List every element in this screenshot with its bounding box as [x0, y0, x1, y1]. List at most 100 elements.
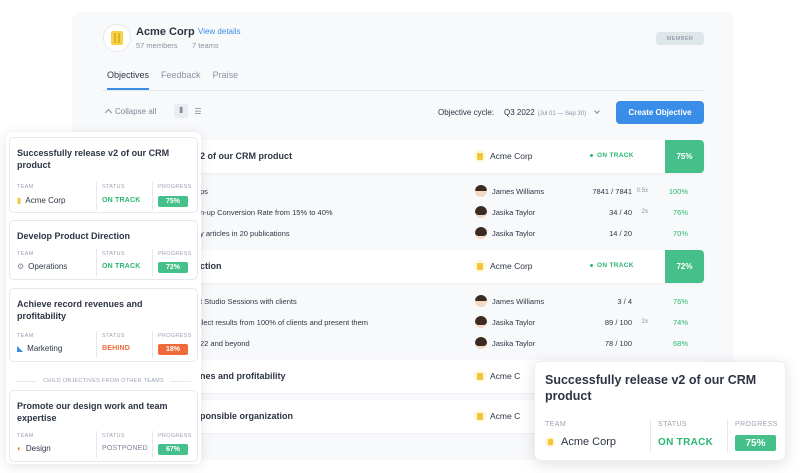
company-name: Acme Corp	[136, 26, 195, 38]
card-team-label: Operations	[28, 262, 68, 271]
status-header: STATUS	[102, 433, 125, 439]
objective-card[interactable]: Promote our design work and team experti…	[9, 390, 198, 462]
card-team: ⚙ Operations	[17, 262, 67, 271]
card-team-label: Design	[25, 444, 51, 453]
status-label: ON TRACK	[597, 262, 634, 269]
objective-title: 2 of our CRM product	[200, 151, 292, 161]
status-header: STATUS	[102, 184, 125, 190]
tree-icon: ⫴	[179, 106, 183, 115]
team-header: TEAM	[17, 184, 34, 190]
kr-value: 78 / 100	[604, 339, 632, 348]
objective-card[interactable]: Achieve record revenues and profitabilit…	[9, 288, 198, 362]
status-dot-icon	[590, 264, 593, 267]
status-header: STATUS	[102, 251, 125, 257]
column-divider	[96, 331, 97, 358]
objective-team: Acme Corp	[490, 151, 533, 161]
team-header: TEAM	[17, 333, 34, 339]
card-title: Successfully release v2 of our CRM produ…	[545, 373, 757, 403]
avatar	[475, 227, 487, 239]
palette-icon: ◐	[17, 444, 22, 453]
kr-multiplier: 2x	[641, 319, 648, 325]
progress-badge: 75%	[665, 140, 704, 173]
acme-logo-icon: ▮	[17, 196, 22, 205]
progress-header: PROGRESS	[158, 333, 192, 339]
tree-view-toggle[interactable]: ⫴	[174, 104, 188, 118]
tab-feedback[interactable]: Feedback	[161, 70, 201, 90]
create-objective-button[interactable]: Create Objective	[616, 101, 704, 124]
list-view-toggle[interactable]: ☰	[191, 104, 205, 118]
kr-percent: 76%	[672, 208, 688, 217]
objective-team: Acme Corp	[490, 261, 533, 271]
status-label: ON TRACK	[597, 152, 634, 159]
kr-multiplier: 0.5x	[636, 188, 648, 194]
card-status: ON TRACK	[102, 263, 141, 270]
card-title: Achieve record revenues and profitabilit…	[17, 299, 143, 321]
gear-icon: ⚙	[17, 262, 25, 271]
featured-objective-card[interactable]: Successfully release v2 of our CRM produ…	[534, 361, 786, 461]
members-count: 57 members	[136, 41, 178, 50]
team-logo-icon	[474, 260, 486, 272]
kr-owner: James Williams	[492, 297, 545, 306]
card-team-label: Acme Corp	[25, 196, 66, 205]
kr-percent: 100%	[668, 187, 688, 196]
kr-percent: 68%	[672, 339, 688, 348]
status-header: STATUS	[102, 333, 125, 339]
objective-team: Acme C	[490, 371, 521, 381]
objective-team: Acme C	[490, 411, 521, 421]
card-status: ON TRACK	[658, 437, 714, 448]
progress-header: PROGRESS	[158, 251, 192, 257]
column-divider	[727, 419, 728, 453]
team-header: TEAM	[545, 421, 567, 428]
card-status: POSTPONED	[102, 445, 148, 452]
collapse-all-button[interactable]: Collapse all	[104, 107, 157, 117]
cycle-select[interactable]: Q3 2022 (Jul 01 — Sep 30)	[504, 108, 600, 117]
objective-title: ponsible organization	[200, 411, 294, 421]
progress-header: PROGRESS	[158, 433, 192, 439]
kr-title: t Studio Sessions with clients	[200, 297, 297, 306]
objective-card[interactable]: Successfully release v2 of our CRM produ…	[9, 137, 198, 213]
kr-percent: 70%	[672, 229, 688, 238]
team-header: TEAM	[17, 433, 34, 439]
objective-title: ction	[200, 261, 222, 271]
status-badge: ON TRACK	[590, 152, 634, 159]
company-logo	[103, 24, 131, 52]
card-title: Successfully release v2 of our CRM produ…	[17, 148, 170, 170]
avatar	[475, 185, 487, 197]
view-details-link[interactable]: View details	[198, 27, 241, 36]
separator-label: CHILD OBJECTIVES FROM OTHER TEAMS	[42, 378, 165, 384]
chevron-down-icon	[594, 108, 600, 114]
kr-value: 7841 / 7841	[592, 187, 632, 196]
avatar	[475, 206, 487, 218]
objective-card[interactable]: Develop Product Direction TEAM STATUS PR…	[9, 220, 198, 280]
progress-header: PROGRESS	[735, 421, 778, 428]
column-divider	[96, 431, 97, 458]
tab-praise[interactable]: Praise	[213, 70, 239, 90]
tab-bar: Objectives Feedback Praise	[107, 70, 238, 90]
status-badge: ON TRACK	[590, 262, 634, 269]
collapse-all-label: Collapse all	[115, 107, 157, 116]
progress-header: PROGRESS	[158, 184, 192, 190]
progress-badge: 18%	[158, 344, 188, 355]
kr-value: 89 / 100	[604, 318, 632, 327]
column-divider	[96, 182, 97, 210]
avatar	[475, 295, 487, 307]
tab-objectives[interactable]: Objectives	[107, 70, 150, 90]
progress-badge: 75%	[158, 196, 188, 207]
progress-badge: 72%	[158, 262, 188, 273]
child-objectives-separator: CHILD OBJECTIVES FROM OTHER TEAMS	[16, 378, 192, 384]
column-divider	[152, 331, 153, 358]
kr-owner: Jasika Taylor	[492, 339, 536, 348]
tabs-divider	[102, 90, 704, 91]
kr-value: 3 / 4	[617, 297, 632, 306]
objective-cards-panel: Successfully release v2 of our CRM produ…	[6, 132, 201, 464]
chevron-up-icon	[104, 108, 113, 117]
kr-owner: Jasika Taylor	[492, 208, 536, 217]
cycle-label: Objective cycle:	[438, 108, 495, 117]
card-team: ▮ Acme Corp	[17, 196, 65, 205]
kr-owner: Jasika Taylor	[492, 318, 536, 327]
progress-badge: 67%	[158, 444, 188, 455]
avatar	[475, 337, 487, 349]
column-divider	[650, 419, 651, 453]
kr-value: 34 / 40	[609, 208, 632, 217]
kr-owner: Jasika Taylor	[492, 229, 536, 238]
